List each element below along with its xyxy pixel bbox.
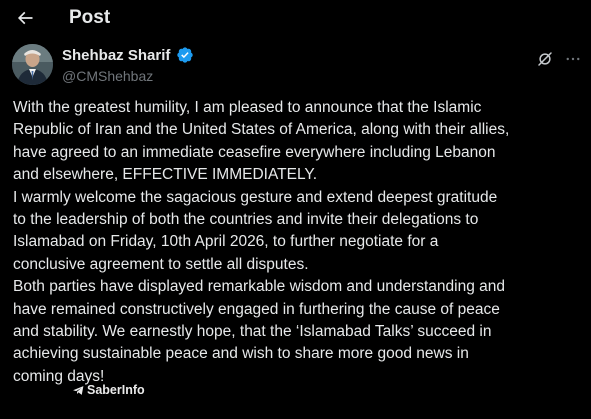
more-options-button[interactable]: [562, 48, 584, 70]
author-handle[interactable]: @CMShehbaz: [62, 67, 153, 85]
telegram-icon: [73, 385, 84, 395]
page-title: Post: [69, 7, 111, 28]
top-bar: Post: [0, 0, 591, 36]
more-horizontal-icon: [566, 57, 580, 61]
verified-badge-icon: [177, 47, 193, 63]
post-text: With the greatest humility, I am pleased…: [13, 97, 585, 388]
post-paragraph-3: Both parties have displayed remarkable w…: [13, 278, 505, 385]
grok-button[interactable]: [534, 48, 556, 70]
watermark-text: SaberInfo: [87, 383, 145, 397]
post-paragraph-2: I warmly welcome the sagacious gesture a…: [13, 188, 498, 273]
author-name[interactable]: Shehbaz Sharif: [62, 47, 170, 65]
arrow-left-icon: [17, 11, 33, 25]
watermark: SaberInfo: [72, 383, 145, 397]
post-author: Shehbaz Sharif @CMShehbaz: [12, 44, 580, 90]
post-paragraph-1: With the greatest humility, I am pleased…: [13, 99, 510, 184]
grok-icon: [538, 52, 552, 66]
avatar-image: [12, 44, 53, 85]
back-button[interactable]: [10, 3, 40, 33]
avatar[interactable]: [12, 44, 53, 85]
